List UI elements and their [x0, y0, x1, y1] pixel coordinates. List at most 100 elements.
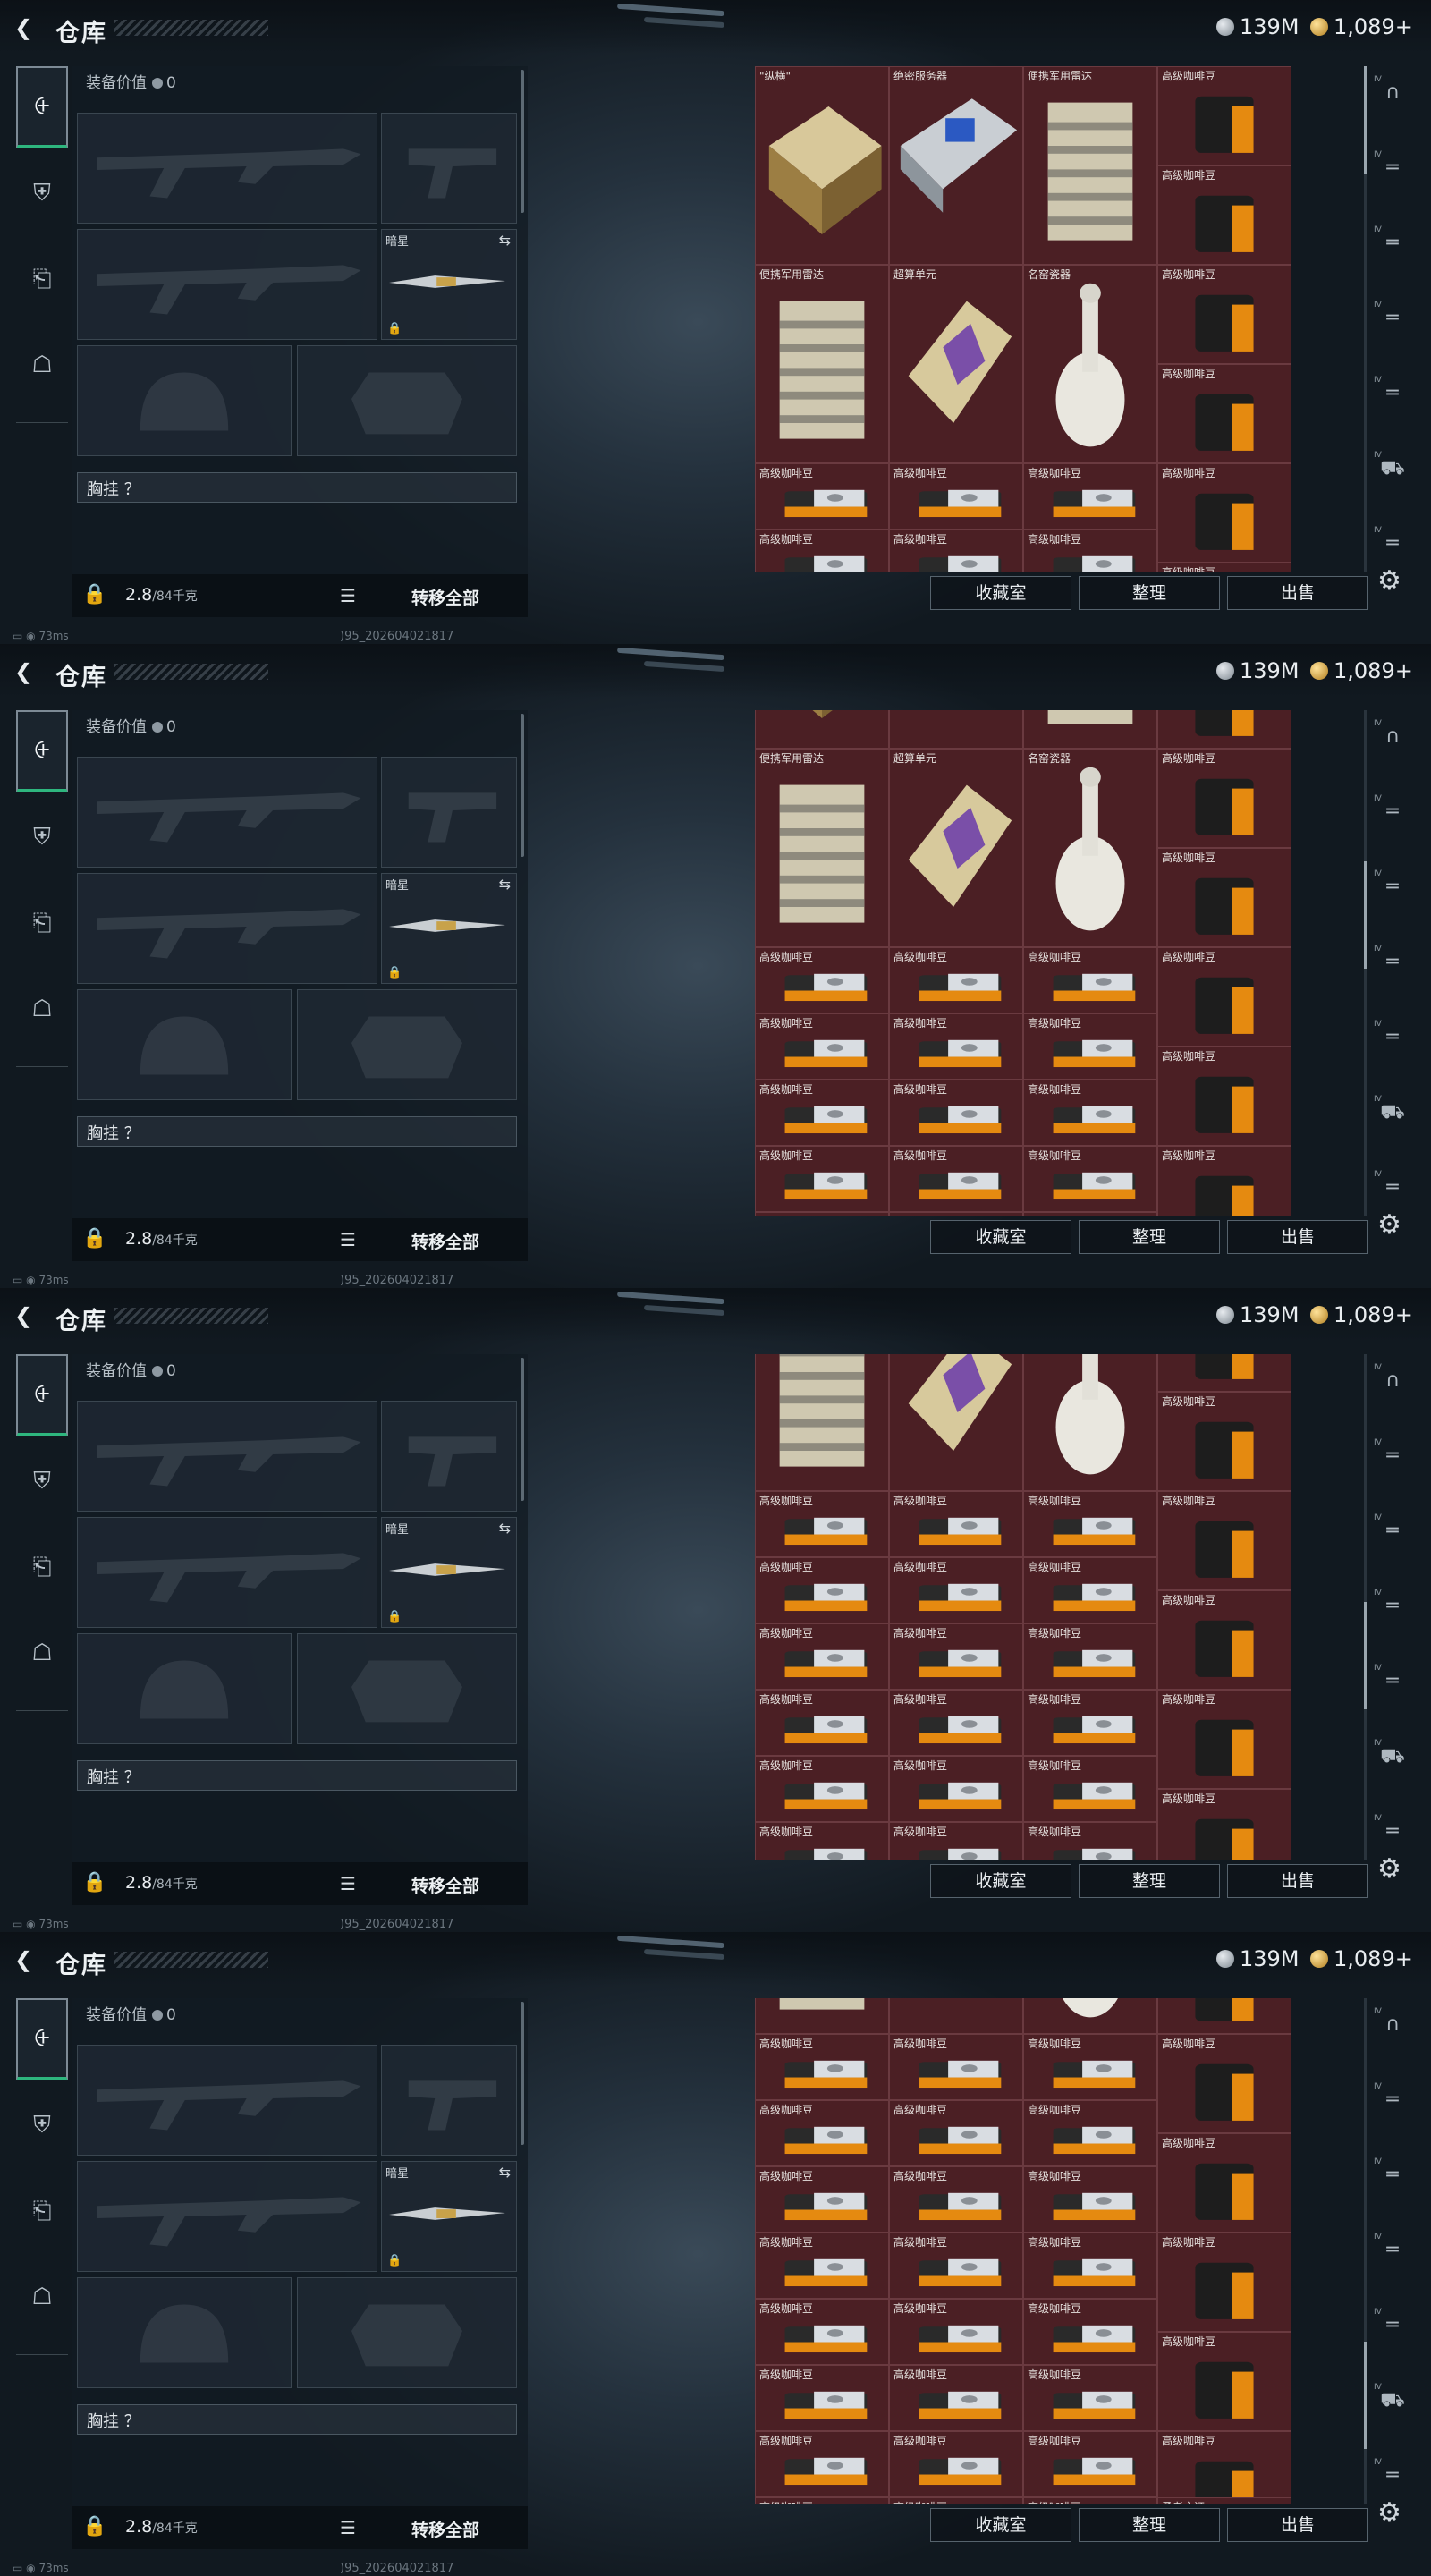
helmet-icon[interactable]: IV ∩ — [1370, 75, 1415, 111]
stash-item[interactable]: 高级咖啡豆 — [755, 1756, 889, 1822]
list-icon[interactable]: ☰ — [340, 1873, 356, 1894]
collection-room-button[interactable]: 收藏室 — [930, 1220, 1071, 1254]
secondary-weapon-slot[interactable] — [77, 1517, 377, 1628]
stash-item[interactable]: 高级咖啡豆 — [1023, 1080, 1157, 1146]
rifle-slot-icon[interactable]: IV ═ — [1370, 1513, 1415, 1549]
stash-item[interactable]: 高级咖啡豆 — [755, 1146, 889, 1212]
stash-item[interactable]: 勇者之证 — [1157, 2497, 1291, 2504]
stash-item[interactable]: 高级咖啡豆 — [1157, 848, 1291, 947]
secondary-weapon-slot[interactable] — [77, 873, 377, 984]
gear-icon[interactable]: ⚙ — [1377, 2497, 1401, 2529]
stash-scrollbar[interactable] — [1364, 66, 1367, 572]
secondary-weapon-slot[interactable] — [77, 229, 377, 340]
stash-item[interactable]: 高级咖啡豆 — [1157, 463, 1291, 563]
helmet-slot[interactable] — [77, 2277, 292, 2388]
stash-item[interactable]: 高级咖啡豆 — [889, 1557, 1023, 1623]
nav-weapons[interactable]: ⨭ — [16, 1354, 68, 1436]
stash-item[interactable]: 高级咖啡豆 — [755, 947, 889, 1013]
melee-slot[interactable]: 暗星 ⇆ 🔒 — [381, 229, 517, 340]
stash-item[interactable]: 高级咖啡豆 — [1157, 2034, 1291, 2133]
stash-item[interactable]: 高级咖啡豆 — [1023, 1822, 1157, 1860]
vehicle-icon[interactable]: IV ⛟ — [1370, 1739, 1415, 1775]
rifle-slot-icon[interactable]: IV ═ — [1370, 2082, 1415, 2118]
collection-room-button[interactable]: 收藏室 — [930, 576, 1071, 610]
stash-item[interactable]: 高级咖啡豆 — [1023, 2233, 1157, 2299]
stash-item[interactable]: 绝密服务器 — [889, 66, 1023, 265]
stash-item[interactable]: 高级咖啡豆 — [1023, 1013, 1157, 1080]
helmet-icon[interactable]: IV ∩ — [1370, 1363, 1415, 1399]
stash-item[interactable]: 高级咖啡豆 — [889, 2100, 1023, 2166]
stash-scroll-thumb[interactable] — [1364, 1602, 1367, 1709]
secondary-weapon-slot[interactable] — [77, 2161, 377, 2272]
sell-button[interactable]: 出售 — [1227, 576, 1368, 610]
stash-item[interactable]: 高级咖啡豆 — [755, 2233, 889, 2299]
stash-item[interactable]: 高级咖啡豆 — [755, 2497, 889, 2504]
stash-item[interactable]: 高级咖啡豆 — [755, 2100, 889, 2166]
stash-item[interactable]: 高级咖啡豆 — [889, 2233, 1023, 2299]
list-icon[interactable]: ☰ — [340, 2517, 356, 2538]
stash-item[interactable]: 高级咖啡豆 — [1157, 2431, 1291, 2504]
stash-item[interactable]: 高级咖啡豆 — [755, 1623, 889, 1690]
nav-backpack[interactable]: ⛨ — [16, 1440, 68, 1522]
stash-item[interactable]: 绝密服务器 — [889, 710, 1023, 749]
nav-backpack[interactable]: ⛨ — [16, 152, 68, 234]
stash-item[interactable]: 高级咖啡豆 — [1157, 165, 1291, 265]
stash-scrollbar[interactable] — [1364, 710, 1367, 1216]
rifle-slot-icon[interactable]: IV ═ — [1370, 1589, 1415, 1624]
nav-clipboard[interactable]: ⎗ — [16, 882, 68, 964]
melee-slot[interactable]: 暗星 ⇆ 🔒 — [381, 1517, 517, 1628]
stash-item[interactable]: 高级咖啡豆 — [889, 1623, 1023, 1690]
stash-item[interactable]: 高级咖啡豆 — [889, 2034, 1023, 2100]
stash-item[interactable]: 高级咖啡豆 — [1157, 1392, 1291, 1491]
chest-rig-slot[interactable]: 胸挂 ？ — [77, 1760, 517, 1791]
transfer-all-button[interactable]: 转移全部 — [411, 2517, 479, 2541]
nav-toolbox[interactable]: ☖ — [16, 1612, 68, 1694]
nav-backpack[interactable]: ⛨ — [16, 2084, 68, 2166]
pistol-slot[interactable] — [381, 757, 517, 868]
nav-toolbox[interactable]: ☖ — [16, 2256, 68, 2338]
melee-slot[interactable]: 暗星 ⇆ 🔒 — [381, 873, 517, 984]
stash-item[interactable]: 高级咖啡豆 — [1023, 2100, 1157, 2166]
rifle-slot-icon[interactable]: IV ═ — [1370, 2233, 1415, 2268]
stash-item[interactable]: 便携军用雷达 — [755, 265, 889, 463]
stash-item[interactable]: 高级咖啡豆 — [1157, 1690, 1291, 1789]
stash-item[interactable]: 高级咖啡豆 — [889, 1146, 1023, 1212]
stash-item[interactable]: 高级咖啡豆 — [889, 2166, 1023, 2233]
stash-item[interactable]: 高级咖啡豆 — [889, 2365, 1023, 2431]
melee-slot[interactable]: 暗星 ⇆ 🔒 — [381, 2161, 517, 2272]
nav-clipboard[interactable]: ⎗ — [16, 238, 68, 320]
stash-item[interactable]: 高级咖啡豆 — [1023, 2299, 1157, 2365]
stash-item[interactable]: 高级咖啡豆 — [755, 1080, 889, 1146]
stash-item[interactable]: 名窑瓷器 — [1023, 1998, 1157, 2034]
rifle-slot-icon[interactable]: IV ═ — [1370, 376, 1415, 411]
back-arrow-icon[interactable]: ❮ — [14, 660, 34, 683]
back-arrow-icon[interactable]: ❮ — [14, 16, 34, 39]
nav-toolbox[interactable]: ☖ — [16, 324, 68, 406]
stash-item[interactable]: 超算单元 — [889, 1354, 1023, 1491]
helmet-slot[interactable] — [77, 345, 292, 456]
nav-weapons[interactable]: ⨭ — [16, 710, 68, 792]
rifle-slot-icon[interactable]: IV ═ — [1370, 869, 1415, 905]
gold-currency[interactable]: 1,089+ — [1310, 14, 1413, 39]
loadout-scrollbar[interactable] — [521, 70, 524, 213]
collection-room-button[interactable]: 收藏室 — [930, 2508, 1071, 2542]
stash-item[interactable]: 高级咖啡豆 — [1157, 364, 1291, 463]
chest-rig-slot[interactable]: 胸挂 ？ — [77, 2404, 517, 2435]
stash-item[interactable]: 高级咖啡豆 — [1023, 530, 1157, 572]
gear-icon[interactable]: ⚙ — [1377, 1853, 1401, 1885]
stash-item[interactable]: 便携军用雷达 — [755, 1354, 889, 1491]
stash-item[interactable]: 高级咖啡豆 — [889, 1756, 1023, 1822]
stash-item[interactable]: 高级咖啡豆 — [1157, 1998, 1291, 2034]
stash-item[interactable]: 高级咖啡豆 — [755, 2299, 889, 2365]
stash-item[interactable]: 高级咖啡豆 — [755, 1822, 889, 1860]
rifle-slot-icon[interactable]: IV ═ — [1370, 150, 1415, 186]
stash-item[interactable]: 高级咖啡豆 — [1023, 1491, 1157, 1557]
stash-item[interactable]: 高级咖啡豆 — [889, 1013, 1023, 1080]
rifle-slot-icon[interactable]: IV ═ — [1370, 526, 1415, 562]
vehicle-icon[interactable]: IV ⛟ — [1370, 2383, 1415, 2419]
chest-rig-slot[interactable]: 胸挂 ？ — [77, 1116, 517, 1147]
stash-item[interactable]: 高级咖啡豆 — [1157, 1146, 1291, 1216]
stash-item[interactable]: 高级咖啡豆 — [1023, 2431, 1157, 2497]
stash-item[interactable]: 高级咖啡豆 — [1157, 563, 1291, 572]
transfer-all-button[interactable]: 转移全部 — [411, 1873, 479, 1897]
